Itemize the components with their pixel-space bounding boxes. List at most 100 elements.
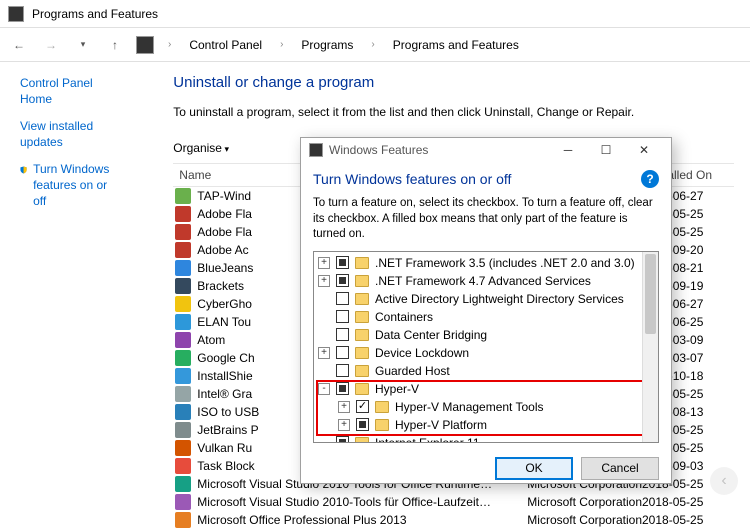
page-title: Uninstall or change a program	[173, 74, 734, 91]
scrollbar-thumb[interactable]	[645, 254, 656, 334]
tree-expander-icon[interactable]: +	[338, 401, 350, 413]
feature-node[interactable]: Active Directory Lightweight Directory S…	[314, 290, 658, 308]
feature-node[interactable]: + .NET Framework 3.5 (includes .NET 2.0 a…	[314, 254, 658, 272]
maximize-button[interactable]: ☐	[587, 138, 625, 162]
program-icon	[175, 368, 191, 384]
cancel-button[interactable]: Cancel	[581, 457, 659, 480]
breadcrumb-programs[interactable]: Programs	[297, 36, 357, 54]
feature-node[interactable]: -Hyper-V	[314, 380, 658, 398]
program-icon	[175, 206, 191, 222]
windows-features-dialog: Windows Features ─ ☐ ✕ Turn Windows feat…	[300, 137, 672, 484]
folder-icon	[355, 437, 369, 443]
program-date: 2018-05-25	[642, 495, 734, 509]
organise-button[interactable]: Organise	[173, 141, 229, 155]
nav-recent-dropdown-icon[interactable]: ▾	[72, 34, 94, 56]
tree-expander-icon[interactable]: +	[318, 257, 330, 269]
feature-checkbox[interactable]	[336, 256, 349, 269]
program-icon	[175, 440, 191, 456]
program-icon	[175, 386, 191, 402]
program-icon	[175, 404, 191, 420]
feature-node[interactable]: +Hyper-V Platform	[314, 416, 658, 434]
program-icon	[175, 476, 191, 492]
nav-back-icon[interactable]: ←	[8, 34, 30, 56]
program-name: Microsoft Visual Studio 2010-Tools für O…	[197, 495, 527, 509]
feature-node[interactable]: Data Center Bridging	[314, 326, 658, 344]
feature-checkbox[interactable]	[336, 346, 349, 359]
feature-node[interactable]: Internet Explorer 11	[314, 434, 658, 443]
location-icon	[136, 36, 154, 54]
title-bar: Programs and Features	[0, 0, 750, 28]
tree-expander-icon[interactable]: +	[338, 419, 350, 431]
sidebar-link-features[interactable]: Turn Windows features on or off	[33, 162, 119, 209]
feature-label: Hyper-V Management Tools	[395, 400, 544, 414]
feature-checkbox[interactable]	[336, 436, 349, 443]
feature-label: Data Center Bridging	[375, 328, 487, 342]
program-icon	[175, 278, 191, 294]
sidebar: Control Panel Home View installed update…	[0, 62, 131, 519]
feature-checkbox[interactable]	[336, 292, 349, 305]
program-name: Microsoft Office Professional Plus 2013	[197, 513, 527, 527]
help-icon[interactable]: ?	[641, 170, 659, 188]
program-publisher: Microsoft Corporation	[527, 495, 642, 509]
program-icon	[175, 494, 191, 510]
feature-node[interactable]: +Device Lockdown	[314, 344, 658, 362]
feature-checkbox[interactable]	[356, 418, 369, 431]
feature-checkbox[interactable]	[356, 400, 369, 413]
tree-expander-icon[interactable]	[318, 311, 330, 323]
list-item[interactable]: Microsoft Visual Studio 2010-Tools für O…	[173, 493, 734, 511]
page-subtitle: To uninstall a program, select it from t…	[173, 105, 734, 119]
shield-icon	[20, 163, 27, 177]
program-icon	[175, 350, 191, 366]
feature-checkbox[interactable]	[336, 274, 349, 287]
folder-icon	[355, 365, 369, 377]
feature-checkbox[interactable]	[336, 364, 349, 377]
tree-expander-icon[interactable]: +	[318, 347, 330, 359]
program-icon	[175, 332, 191, 348]
feature-checkbox[interactable]	[336, 328, 349, 341]
feature-label: .NET Framework 4.7 Advanced Services	[375, 274, 591, 288]
breadcrumb-control-panel[interactable]: Control Panel	[185, 36, 266, 54]
sidebar-link-home[interactable]: Control Panel Home	[20, 76, 119, 107]
folder-icon	[355, 347, 369, 359]
tree-expander-icon[interactable]	[318, 365, 330, 377]
tree-expander-icon[interactable]: -	[318, 383, 330, 395]
scrollbar[interactable]	[642, 252, 658, 442]
feature-node[interactable]: Guarded Host	[314, 362, 658, 380]
feature-node[interactable]: + Hyper-V Management Tools	[314, 398, 658, 416]
nav-forward-icon[interactable]: →	[40, 34, 62, 56]
program-icon	[175, 224, 191, 240]
minimize-button[interactable]: ─	[549, 138, 587, 162]
chevron-right-icon[interactable]: ›	[276, 39, 287, 50]
folder-icon	[375, 419, 389, 431]
list-item[interactable]: Microsoft Office Professional Plus 2013M…	[173, 511, 734, 529]
tree-expander-icon[interactable]	[318, 437, 330, 443]
watermark-badge: ‹	[710, 467, 738, 495]
program-icon	[175, 422, 191, 438]
nav-up-icon[interactable]: ↑	[104, 34, 126, 56]
program-icon	[175, 512, 191, 528]
nav-bar: ← → ▾ ↑ › Control Panel › Programs › Pro…	[0, 28, 750, 62]
feature-checkbox[interactable]	[336, 382, 349, 395]
chevron-right-icon[interactable]: ›	[367, 39, 378, 50]
program-icon	[175, 458, 191, 474]
tree-expander-icon[interactable]	[318, 293, 330, 305]
feature-node[interactable]: + .NET Framework 4.7 Advanced Services	[314, 272, 658, 290]
chevron-right-icon[interactable]: ›	[164, 39, 175, 50]
tree-expander-icon[interactable]: +	[318, 275, 330, 287]
app-icon	[8, 6, 24, 22]
sidebar-link-updates[interactable]: View installed updates	[20, 119, 119, 150]
folder-icon	[355, 257, 369, 269]
feature-tree[interactable]: + .NET Framework 3.5 (includes .NET 2.0 a…	[313, 251, 659, 443]
feature-checkbox[interactable]	[336, 310, 349, 323]
program-icon	[175, 296, 191, 312]
folder-icon	[355, 275, 369, 287]
tree-expander-icon[interactable]	[318, 329, 330, 341]
feature-node[interactable]: Containers	[314, 308, 658, 326]
program-icon	[175, 188, 191, 204]
breadcrumb-programs-features[interactable]: Programs and Features	[389, 36, 523, 54]
feature-label: .NET Framework 3.5 (includes .NET 2.0 an…	[375, 256, 635, 270]
program-icon	[175, 314, 191, 330]
ok-button[interactable]: OK	[495, 457, 573, 480]
dialog-titlebar[interactable]: Windows Features ─ ☐ ✕	[301, 138, 671, 162]
close-button[interactable]: ✕	[625, 138, 663, 162]
